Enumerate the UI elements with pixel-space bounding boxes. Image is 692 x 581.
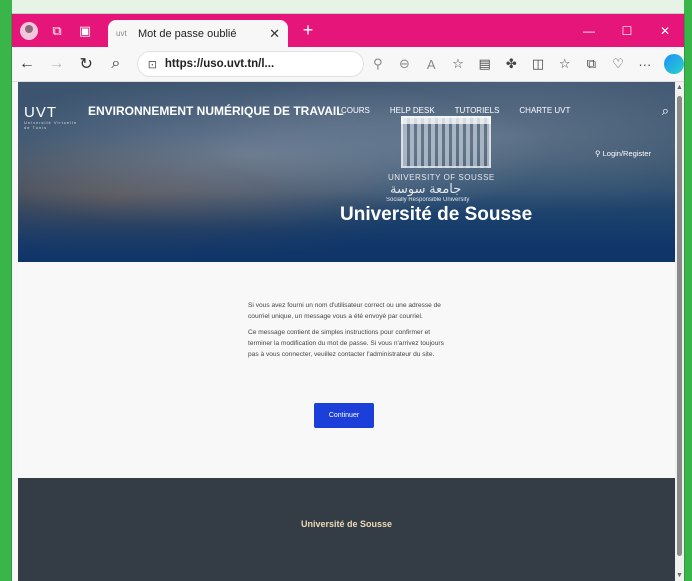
maximize-icon[interactable]: ☐ <box>608 14 646 47</box>
refresh-icon[interactable]: ↻ <box>71 54 101 74</box>
reading-view-icon[interactable]: ▤ <box>471 56 498 72</box>
login-register-link[interactable]: ⚲ Login/Register <box>595 149 651 158</box>
copilot-icon[interactable] <box>664 54 684 74</box>
background-strip <box>0 0 12 581</box>
url-field[interactable]: ⊡ https://uso.uvt.tn/l... <box>136 51 365 77</box>
address-bar: ← → ↻ ⌕ ⊡ https://uso.uvt.tn/l... ⚲ ⊖ A … <box>12 47 684 82</box>
scrollbar-thumb[interactable] <box>677 96 682 556</box>
footer-title: Université de Sousse <box>300 519 393 529</box>
new-tab-button[interactable]: + <box>298 20 318 41</box>
search-icon[interactable]: ⌕ <box>101 55 131 73</box>
page-heading: Université de Sousse <box>340 204 533 225</box>
favorites-icon[interactable]: ☆ <box>551 56 578 72</box>
site-info-icon[interactable]: ⊡ <box>148 58 157 71</box>
forward-icon[interactable]: → <box>42 55 72 73</box>
logo-text: UVT <box>24 104 57 121</box>
extensions-icon[interactable]: ✤ <box>498 56 525 72</box>
close-icon[interactable]: ✕ <box>646 14 684 47</box>
collections-icon[interactable]: ⧉ <box>578 56 605 72</box>
background-strip <box>684 0 692 581</box>
main-content: Si vous avez fourni un nom d'utilisateur… <box>18 262 675 478</box>
browser-window: ⧉ ▣ uvt Mot de passe oublié ✕ + — ☐ ✕ ← … <box>12 14 684 581</box>
university-name-ar: جامعة سوسة <box>390 181 462 196</box>
tab-actions-icon[interactable]: ▣ <box>74 20 96 42</box>
performance-icon[interactable]: ♡ <box>605 56 632 72</box>
confirmation-message: Si vous avez fourni un nom d'utilisateur… <box>248 300 448 365</box>
message-paragraph: Ce message contient de simples instructi… <box>248 329 444 358</box>
workspaces-icon[interactable]: ⧉ <box>46 20 68 42</box>
uvt-logo[interactable]: UVT Université Virtuelle de Tunis <box>24 98 84 130</box>
page-scrollbar[interactable]: ▲ ▼ <box>675 82 684 581</box>
minimize-icon[interactable]: — <box>570 14 608 47</box>
more-icon[interactable]: ··· <box>631 57 658 72</box>
top-navigation: COURS HELP DESK TUTORIELS CHARTE UVT <box>341 106 590 115</box>
nav-charte-uvt[interactable]: CHARTE UVT <box>519 106 570 115</box>
site-favicon-icon: uvt <box>116 28 127 38</box>
university-emblem-top <box>401 116 491 124</box>
close-tab-icon[interactable]: ✕ <box>269 26 280 42</box>
logo-subtext: Université Virtuelle de Tunis <box>24 120 78 130</box>
site-title[interactable]: ENVIRONNEMENT NUMÉRIQUE DE TRAVAIL <box>88 104 344 118</box>
nav-tutoriels[interactable]: TUTORIELS <box>455 106 500 115</box>
login-label: Login/Register <box>602 149 651 158</box>
browser-tab[interactable]: uvt Mot de passe oublié ✕ <box>108 20 288 47</box>
back-icon[interactable]: ← <box>12 55 42 73</box>
window-controls: — ☐ ✕ <box>570 14 684 47</box>
user-icon: ⚲ <box>595 149 603 158</box>
key-icon[interactable]: ⚲ <box>364 56 391 72</box>
url-text: https://uso.uvt.tn/l... <box>164 58 275 70</box>
site-footer: Université de Sousse <box>18 478 675 581</box>
tab-title: Mot de passe oublié <box>138 27 237 40</box>
scroll-down-icon[interactable]: ▼ <box>676 572 683 579</box>
message-paragraph: Si vous avez fourni un nom d'utilisateur… <box>248 302 441 320</box>
favorite-star-icon[interactable]: ☆ <box>445 56 472 72</box>
split-screen-icon[interactable]: ◫ <box>525 56 552 72</box>
nav-help-desk[interactable]: HELP DESK <box>390 106 435 115</box>
profile-icon[interactable] <box>18 20 40 42</box>
university-tagline: Socially Responsible University <box>386 197 470 203</box>
page-viewport: UVT Université Virtuelle de Tunis ENVIRO… <box>12 82 684 581</box>
scroll-up-icon[interactable]: ▲ <box>676 84 683 91</box>
zoom-icon[interactable]: ⊖ <box>391 56 418 72</box>
hero-banner: UVT Université Virtuelle de Tunis ENVIRO… <box>18 82 675 262</box>
site-search-icon[interactable]: ⌕ <box>662 103 669 119</box>
nav-cours[interactable]: COURS <box>341 106 370 115</box>
continue-button[interactable]: Continuer <box>314 403 374 428</box>
title-bar: ⧉ ▣ uvt Mot de passe oublié ✕ + — ☐ ✕ <box>12 14 684 47</box>
read-aloud-icon[interactable]: A <box>418 57 445 72</box>
